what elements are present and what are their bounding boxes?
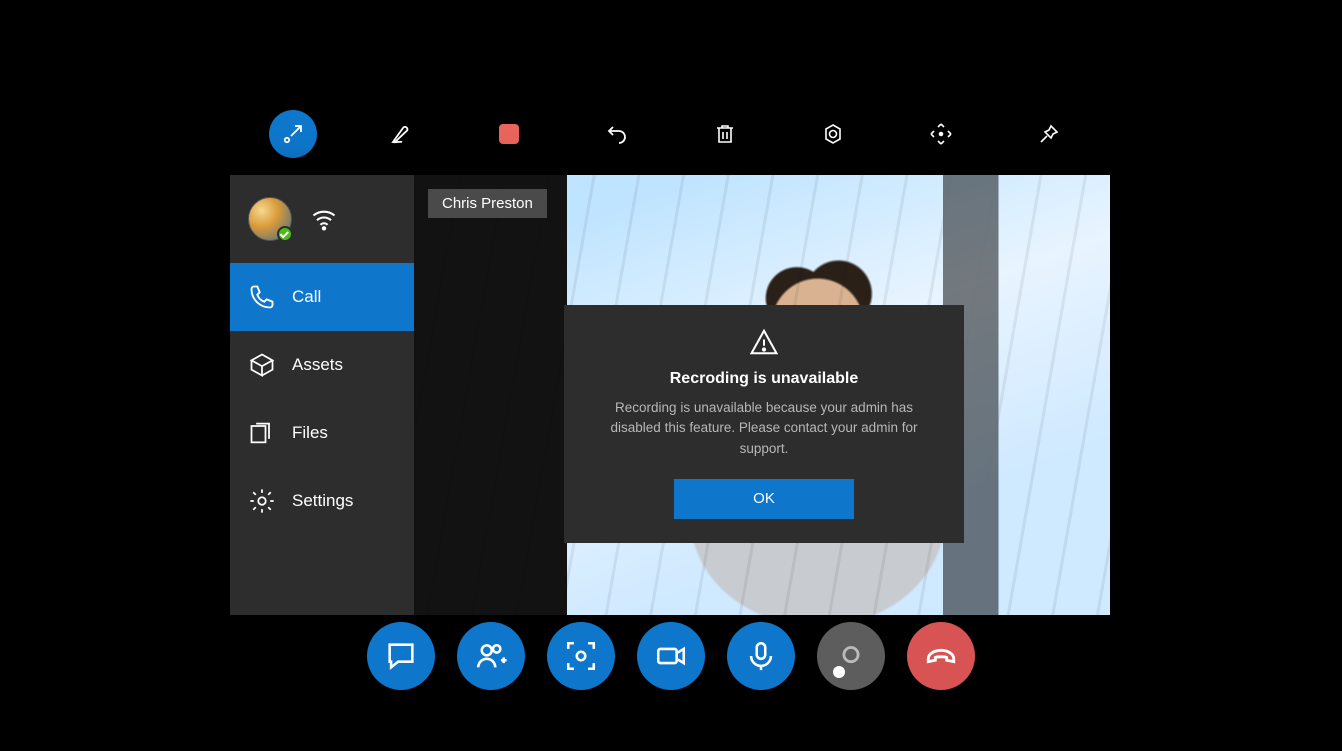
microphone-icon [744, 639, 778, 673]
dialog-body: Recording is unavailable because your ad… [592, 398, 936, 459]
sidebar-item-assets[interactable]: Assets [230, 331, 414, 399]
call-window: Call Assets Files [230, 175, 1110, 615]
move-icon [929, 122, 953, 146]
arrow-in-icon [281, 122, 305, 146]
wifi-icon [310, 205, 338, 233]
capture-icon [564, 639, 598, 673]
dialog-title: Recroding is unavailable [592, 370, 936, 388]
files-icon [248, 419, 276, 447]
status-button[interactable] [817, 622, 885, 690]
pin-button[interactable] [1025, 110, 1073, 158]
recording-unavailable-dialog: Recroding is unavailable Recording is un… [564, 305, 964, 543]
delete-icon [713, 122, 737, 146]
sidebar: Call Assets Files [230, 175, 414, 615]
gear-icon [248, 487, 276, 515]
sidebar-item-files[interactable]: Files [230, 399, 414, 467]
hang-up-icon [924, 639, 958, 673]
delete-button[interactable] [701, 110, 749, 158]
stop-record-icon [499, 124, 519, 144]
chat-button[interactable] [367, 622, 435, 690]
sidebar-item-call[interactable]: Call [230, 263, 414, 331]
draw-icon [389, 122, 413, 146]
undo-icon [605, 122, 629, 146]
microphone-button[interactable] [727, 622, 795, 690]
phone-icon [248, 283, 276, 311]
add-participant-button[interactable] [457, 622, 525, 690]
dialog-ok-button[interactable]: OK [674, 479, 854, 519]
participant-name-chip: Chris Preston [428, 189, 547, 218]
move-button[interactable] [917, 110, 965, 158]
ink-settings-button[interactable] [809, 110, 857, 158]
annotation-toolbar [0, 106, 1342, 162]
camera-icon [654, 639, 688, 673]
box-icon [248, 351, 276, 379]
avatar[interactable] [248, 197, 292, 241]
undo-button[interactable] [593, 110, 641, 158]
draw-button[interactable] [377, 110, 425, 158]
sidebar-label-assets: Assets [292, 355, 343, 375]
hang-up-button[interactable] [907, 622, 975, 690]
call-control-bar [0, 622, 1342, 690]
sidebar-item-settings[interactable]: Settings [230, 467, 414, 535]
arrow-in-button[interactable] [269, 110, 317, 158]
chat-icon [384, 639, 418, 673]
pin-icon [1037, 122, 1061, 146]
video-pane: Chris Preston Recroding is unavailable R… [414, 175, 1110, 615]
status-indicator-dot [833, 666, 845, 678]
add-participant-icon [474, 639, 508, 673]
settings-gear-icon [821, 122, 845, 146]
sidebar-header [230, 175, 414, 263]
sidebar-label-files: Files [292, 423, 328, 443]
stop-record-button[interactable] [485, 110, 533, 158]
sidebar-label-call: Call [292, 287, 321, 307]
sidebar-label-settings: Settings [292, 491, 353, 511]
capture-button[interactable] [547, 622, 615, 690]
camera-button[interactable] [637, 622, 705, 690]
presence-badge [277, 226, 293, 242]
sidebar-nav: Call Assets Files [230, 263, 414, 535]
warning-icon [749, 327, 779, 357]
